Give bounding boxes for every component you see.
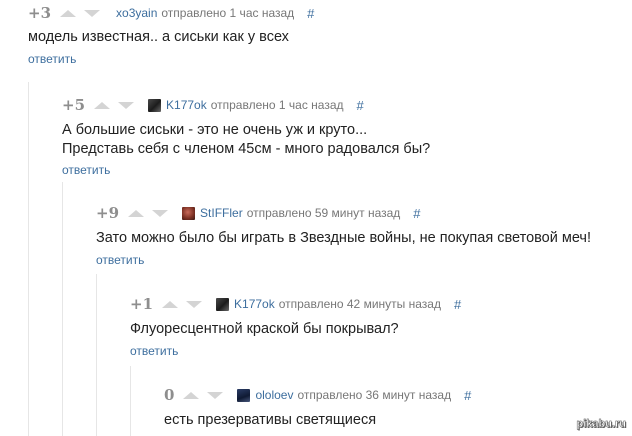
comment-author-link[interactable]: StIFFler xyxy=(200,206,243,220)
comment-rating: +1 xyxy=(130,295,154,313)
comment: +3 xo3yain отправлено 1 час назад # моде… xyxy=(28,3,314,66)
comment-author-link[interactable]: ololoev xyxy=(255,388,293,402)
thread-line xyxy=(130,366,131,436)
comment-header: +1 K177ok отправлено 42 минуты назад # xyxy=(130,294,461,314)
comment-rating: 0 xyxy=(164,386,175,404)
comment-permalink[interactable]: # xyxy=(454,297,461,312)
comment-author-link[interactable]: K177ok xyxy=(234,297,275,311)
user-avatar[interactable] xyxy=(216,297,230,311)
comment-text-line: А большие сиськи - это не очень уж и кру… xyxy=(62,122,368,138)
downvote-icon[interactable] xyxy=(152,209,169,217)
comment-body: Зато можно было бы играть в Звездные вой… xyxy=(96,229,591,248)
reply-link[interactable]: ответить xyxy=(62,163,430,177)
comment-permalink[interactable]: # xyxy=(307,6,314,21)
comment: 0 ololoev отправлено 36 минут назад # ес… xyxy=(164,385,471,430)
user-avatar[interactable] xyxy=(182,206,196,220)
comment-text-line: Флуоресцентной краской бы покрывал? xyxy=(130,321,399,337)
comment-timestamp: отправлено 42 минуты назад xyxy=(278,297,441,311)
comment-header: 0 ololoev отправлено 36 минут назад # xyxy=(164,385,471,405)
upvote-icon[interactable] xyxy=(60,9,77,17)
comment-timestamp: отправлено 36 минут назад xyxy=(297,388,452,402)
comment-timestamp: отправлено 1 час назад xyxy=(210,98,344,112)
upvote-icon[interactable] xyxy=(128,209,145,217)
downvote-icon[interactable] xyxy=(186,300,203,308)
comment-header: +9 StIFFler отправлено 59 минут назад # xyxy=(96,203,591,223)
user-avatar[interactable] xyxy=(237,388,251,402)
reply-link[interactable]: ответить xyxy=(130,344,461,358)
comment-permalink[interactable]: # xyxy=(357,98,364,113)
comment-text-line: Представь себя с членом 45см - много рад… xyxy=(62,141,431,157)
upvote-icon[interactable] xyxy=(183,391,200,399)
comment-timestamp: отправлено 59 минут назад xyxy=(246,206,401,220)
comment-rating: +3 xyxy=(28,4,52,22)
comment-author-link[interactable]: xo3yain xyxy=(116,6,157,20)
user-avatar[interactable] xyxy=(148,98,162,112)
comment-body: А большие сиськи - это не очень уж и кру… xyxy=(62,121,430,159)
comment: +5 K177ok отправлено 1 час назад # А бол… xyxy=(62,95,430,177)
site-watermark: pikabu.ru xyxy=(576,418,626,430)
comment-body: есть презервативы светящиеся xyxy=(164,411,471,430)
thread-line xyxy=(96,274,97,436)
reply-link[interactable]: ответить xyxy=(28,52,314,66)
upvote-icon[interactable] xyxy=(162,300,179,308)
comment-body: Флуоресцентной краской бы покрывал? xyxy=(130,320,461,339)
reply-link[interactable]: ответить xyxy=(96,253,591,267)
comment-permalink[interactable]: # xyxy=(464,388,471,403)
comment-header: +5 K177ok отправлено 1 час назад # xyxy=(62,95,430,115)
upvote-icon[interactable] xyxy=(94,101,111,109)
comment: +1 K177ok отправлено 42 минуты назад # Ф… xyxy=(130,294,461,358)
comment-rating: +9 xyxy=(96,204,120,222)
comment-header: +3 xo3yain отправлено 1 час назад # xyxy=(28,3,314,23)
comment-timestamp: отправлено 1 час назад xyxy=(161,6,295,20)
downvote-icon[interactable] xyxy=(118,101,135,109)
comment-body: модель известная.. а сиськи как у всех xyxy=(28,28,314,47)
comment-text-line: есть презервативы светящиеся xyxy=(164,412,377,428)
comment: +9 StIFFler отправлено 59 минут назад # … xyxy=(96,203,591,267)
downvote-icon[interactable] xyxy=(84,9,101,17)
comment-text-line: Зато можно было бы играть в Звездные вой… xyxy=(96,230,591,246)
thread-line xyxy=(62,182,63,436)
thread-line xyxy=(28,82,29,436)
comment-permalink[interactable]: # xyxy=(413,206,420,221)
comment-rating: +5 xyxy=(62,96,86,114)
comment-author-link[interactable]: K177ok xyxy=(166,98,207,112)
comment-text-line: модель известная.. а сиськи как у всех xyxy=(28,29,289,45)
downvote-icon[interactable] xyxy=(207,391,224,399)
